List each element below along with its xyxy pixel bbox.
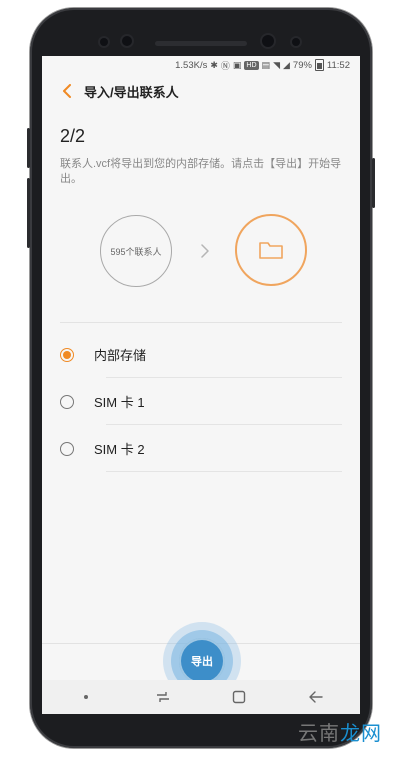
contacts-count-circle: 595个联系人 <box>100 215 172 287</box>
bluetooth-icon: ✱ <box>210 59 218 70</box>
export-description: 联系人.vcf将导出到您的内部存储。请点击【导出】开始导出。 <box>60 158 342 185</box>
sync-icon: ▤ <box>261 59 271 70</box>
watermark-part-2: 龙网 <box>340 721 382 745</box>
home-button[interactable] <box>219 683 259 711</box>
nfc-icon: Ⓝ <box>220 60 230 71</box>
step-indicator: 2/2 <box>60 126 86 146</box>
export-flow: 595个联系人 <box>42 203 360 303</box>
dot-icon <box>84 695 89 699</box>
front-camera <box>262 35 274 47</box>
option-label: SIM 卡 1 <box>94 395 145 410</box>
wifi-icon: ◥ <box>273 59 280 70</box>
clock: 11:52 <box>326 59 350 71</box>
section-divider <box>60 322 342 323</box>
folder-icon <box>259 242 283 259</box>
back-arrow-icon <box>309 691 323 703</box>
recent-apps-button[interactable] <box>143 683 183 711</box>
iris-scanner <box>292 38 300 46</box>
status-bar: 1.53K/s ✱ Ⓝ ▣ HD ▤ ◥ ◢ 79% 11:52 <box>42 56 360 74</box>
radio-unselected[interactable] <box>60 441 74 456</box>
hd-badge: HD <box>244 60 259 70</box>
proximity-sensor <box>100 38 108 46</box>
export-button[interactable]: 导出 <box>179 638 225 684</box>
destination-folder-circle <box>235 214 307 286</box>
power-key <box>27 128 30 168</box>
watermark: 云南龙网 <box>298 717 382 746</box>
option-label: SIM 卡 2 <box>94 442 145 457</box>
page-title: 导入/导出联系人 <box>84 84 179 100</box>
app-bar: 导入/导出联系人 <box>42 74 360 108</box>
screen: 1.53K/s ✱ Ⓝ ▣ HD ▤ ◥ ◢ 79% 11:52 导入/导出联系… <box>42 56 360 714</box>
chevron-right-icon <box>201 244 209 258</box>
radio-selected[interactable] <box>60 347 74 362</box>
watermark-part-1: 云南 <box>298 721 340 745</box>
volume-key <box>27 178 30 248</box>
chevron-left-icon <box>63 84 71 98</box>
battery-icon <box>314 59 324 71</box>
bixby-key <box>372 158 375 208</box>
top-bezel <box>30 8 372 56</box>
option-divider <box>106 471 342 472</box>
option-sim-1[interactable]: SIM 卡 1 <box>42 378 360 425</box>
option-internal-storage[interactable]: 内部存储 <box>42 331 360 378</box>
signal-icon: ◢ <box>282 59 290 70</box>
recent-apps-icon <box>156 692 169 702</box>
iris-camera <box>122 36 132 46</box>
storage-options: 内部存储 SIM 卡 1 SIM 卡 2 <box>42 331 360 472</box>
phone-frame: 1.53K/s ✱ Ⓝ ▣ HD ▤ ◥ ◢ 79% 11:52 导入/导出联系… <box>27 8 375 748</box>
back-button[interactable] <box>56 80 78 102</box>
radio-unselected[interactable] <box>60 394 74 409</box>
back-nav-button[interactable] <box>296 683 336 711</box>
network-speed: 1.53K/s <box>175 59 208 71</box>
option-label: 内部存储 <box>94 348 147 363</box>
option-sim-2[interactable]: SIM 卡 2 <box>42 425 360 472</box>
navigation-bar <box>42 680 360 714</box>
nav-dot[interactable] <box>66 683 106 711</box>
home-icon <box>233 690 246 704</box>
battery-percent: 79% <box>292 59 312 71</box>
contacts-count-label: 595个联系人 <box>110 246 162 257</box>
vibrate-icon: ▣ <box>232 59 242 70</box>
earpiece-speaker <box>155 41 247 46</box>
